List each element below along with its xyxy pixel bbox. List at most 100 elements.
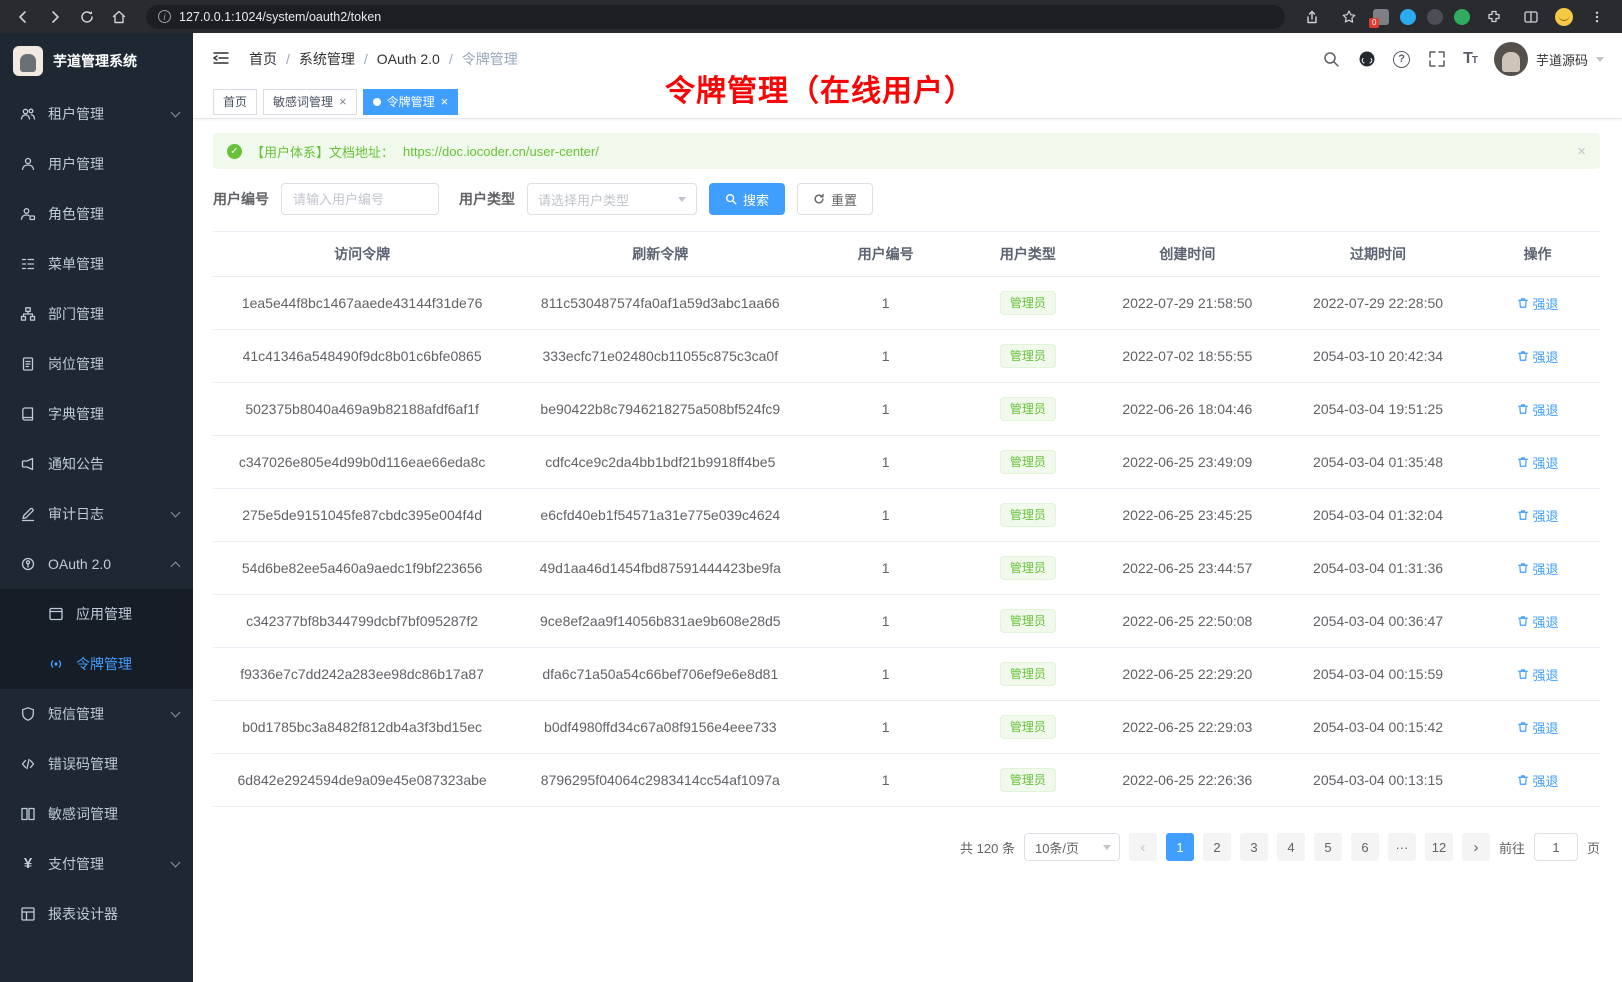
reset-button[interactable]: 重置 [797, 183, 873, 215]
force-logout-button[interactable]: 强退 [1517, 771, 1559, 790]
search-button[interactable]: 搜索 [709, 183, 785, 215]
tab-home[interactable]: 首页 [213, 89, 257, 115]
fullscreen-icon[interactable] [1427, 50, 1446, 69]
sidebar-item-user[interactable]: 用户管理 [0, 139, 193, 189]
sidebar-item-audit-log[interactable]: 审计日志 [0, 489, 193, 539]
search-icon[interactable] [1321, 50, 1340, 69]
sidebar-item-label: 租户管理 [48, 104, 104, 124]
tab-sensitive-words[interactable]: 敏感词管理 × [263, 89, 357, 115]
browser-chrome: i 127.0.0.1:1024/system/oauth2/token 0 [0, 0, 1622, 33]
user-id-label: 用户编号 [213, 189, 269, 209]
sidebar-item-menu[interactable]: 菜单管理 [0, 239, 193, 289]
home-icon[interactable] [106, 4, 132, 30]
force-logout-button[interactable]: 强退 [1517, 665, 1559, 684]
force-logout-button[interactable]: 强退 [1517, 400, 1559, 419]
tab-token[interactable]: 令牌管理 × [363, 89, 459, 115]
force-logout-button[interactable]: 强退 [1517, 506, 1559, 525]
force-logout-button[interactable]: 强退 [1517, 294, 1559, 313]
breadcrumb-item[interactable]: OAuth 2.0 [377, 51, 440, 67]
table-row: 6d842e2924594de9a09e45e087323abe 8796295… [213, 754, 1600, 807]
sidebar-item-post[interactable]: 岗位管理 [0, 339, 193, 389]
force-logout-button[interactable]: 强退 [1517, 718, 1559, 737]
bookmark-star-icon[interactable] [1336, 4, 1362, 30]
book-icon [20, 406, 36, 422]
close-icon[interactable]: × [339, 95, 347, 108]
sidebar-toggle-icon[interactable] [211, 48, 233, 70]
sidebar-item-notice[interactable]: 通知公告 [0, 439, 193, 489]
reset-button-label: 重置 [831, 190, 857, 209]
page-button-2[interactable]: 2 [1203, 833, 1231, 861]
help-icon[interactable]: ? [1393, 51, 1410, 68]
col-expire-time: 过期时间 [1281, 232, 1475, 277]
user-type-label: 用户类型 [459, 189, 515, 209]
sidebar-item-pay[interactable]: ¥ 支付管理 [0, 839, 193, 889]
sidebar-item-tenant[interactable]: 租户管理 [0, 89, 193, 139]
prev-page-button[interactable]: ‹ [1129, 833, 1157, 861]
close-icon[interactable]: × [441, 95, 449, 108]
doc-link[interactable]: https://doc.iocoder.cn/user-center/ [403, 144, 599, 159]
page-button-4[interactable]: 4 [1277, 833, 1305, 861]
goto-page-input[interactable] [1534, 833, 1578, 861]
user-menu[interactable]: 芋道源码 [1494, 42, 1604, 76]
back-icon[interactable] [10, 4, 36, 30]
next-page-button[interactable]: › [1462, 833, 1490, 861]
goto-label: 前往 [1499, 838, 1525, 857]
expire-time-cell: 2054-03-04 00:36:47 [1281, 595, 1475, 648]
user-id-input[interactable] [281, 183, 439, 215]
user-type-select[interactable]: 请选择用户类型 [527, 183, 697, 215]
token-table-body: 1ea5e44f8bc1467aaede43144f31de76 811c530… [213, 277, 1600, 807]
force-logout-label: 强退 [1533, 453, 1559, 472]
org-icon [20, 306, 36, 322]
close-icon[interactable]: × [1577, 143, 1586, 160]
force-logout-button[interactable]: 强退 [1517, 612, 1559, 631]
page-ellipsis[interactable]: ··· [1388, 833, 1416, 861]
sidebar-item-label: OAuth 2.0 [48, 556, 111, 572]
sidebar-item-sms[interactable]: 短信管理 [0, 689, 193, 739]
page-size-select[interactable]: 10条/页 [1024, 833, 1120, 861]
extension-icon-badged[interactable]: 0 [1373, 9, 1389, 25]
extension-icon-dark[interactable] [1427, 9, 1443, 25]
sidebar-item-oauth-app[interactable]: 应用管理 [0, 589, 193, 639]
extension-icon-green[interactable] [1454, 9, 1470, 25]
split-view-icon[interactable] [1518, 4, 1544, 30]
browser-menu-icon[interactable] [1584, 4, 1610, 30]
breadcrumb-item[interactable]: 系统管理 [299, 49, 355, 69]
sidebar-item-oauth[interactable]: OAuth 2.0 [0, 539, 193, 589]
share-icon[interactable] [1299, 4, 1325, 30]
page-button-5[interactable]: 5 [1314, 833, 1342, 861]
force-logout-button[interactable]: 强退 [1517, 347, 1559, 366]
force-logout-button[interactable]: 强退 [1517, 559, 1559, 578]
sidebar-item-report-designer[interactable]: 报表设计器 [0, 889, 193, 939]
role-icon [20, 206, 36, 222]
page-button-1[interactable]: 1 [1166, 833, 1194, 861]
sidebar-item-oauth-token[interactable]: 令牌管理 [0, 639, 193, 689]
sidebar-item-error-code[interactable]: 错误码管理 [0, 739, 193, 789]
app-logo[interactable]: 芋道管理系统 [0, 33, 193, 89]
expire-time-cell: 2022-07-29 22:28:50 [1281, 277, 1475, 330]
sidebar-item-role[interactable]: 角色管理 [0, 189, 193, 239]
page-button-3[interactable]: 3 [1240, 833, 1268, 861]
site-info-icon[interactable]: i [158, 10, 171, 23]
page-button-12[interactable]: 12 [1425, 833, 1453, 861]
table-row: c347026e805e4d99b0d116eae66eda8c cdfc4ce… [213, 436, 1600, 489]
trash-icon [1517, 297, 1529, 309]
expire-time-cell: 2054-03-04 01:32:04 [1281, 489, 1475, 542]
extensions-puzzle-icon[interactable] [1481, 4, 1507, 30]
forward-icon[interactable] [42, 4, 68, 30]
url-bar[interactable]: i 127.0.0.1:1024/system/oauth2/token [146, 5, 1285, 29]
reload-icon[interactable] [74, 4, 100, 30]
breadcrumb-item[interactable]: 首页 [249, 49, 277, 69]
browser-profile-avatar[interactable] [1555, 8, 1573, 26]
sidebar-item-label: 角色管理 [48, 204, 104, 224]
sidebar-item-sensitive-word[interactable]: 敏感词管理 [0, 789, 193, 839]
megaphone-icon [20, 456, 36, 472]
force-logout-button[interactable]: 强退 [1517, 453, 1559, 472]
action-cell: 强退 [1475, 277, 1600, 330]
sidebar-item-dict[interactable]: 字典管理 [0, 389, 193, 439]
font-size-icon[interactable]: TT [1463, 50, 1477, 68]
breadcrumb-separator: / [449, 51, 453, 67]
extension-icon-blue[interactable] [1400, 9, 1416, 25]
page-button-6[interactable]: 6 [1351, 833, 1379, 861]
github-icon[interactable] [1357, 50, 1376, 69]
sidebar-item-dept[interactable]: 部门管理 [0, 289, 193, 339]
